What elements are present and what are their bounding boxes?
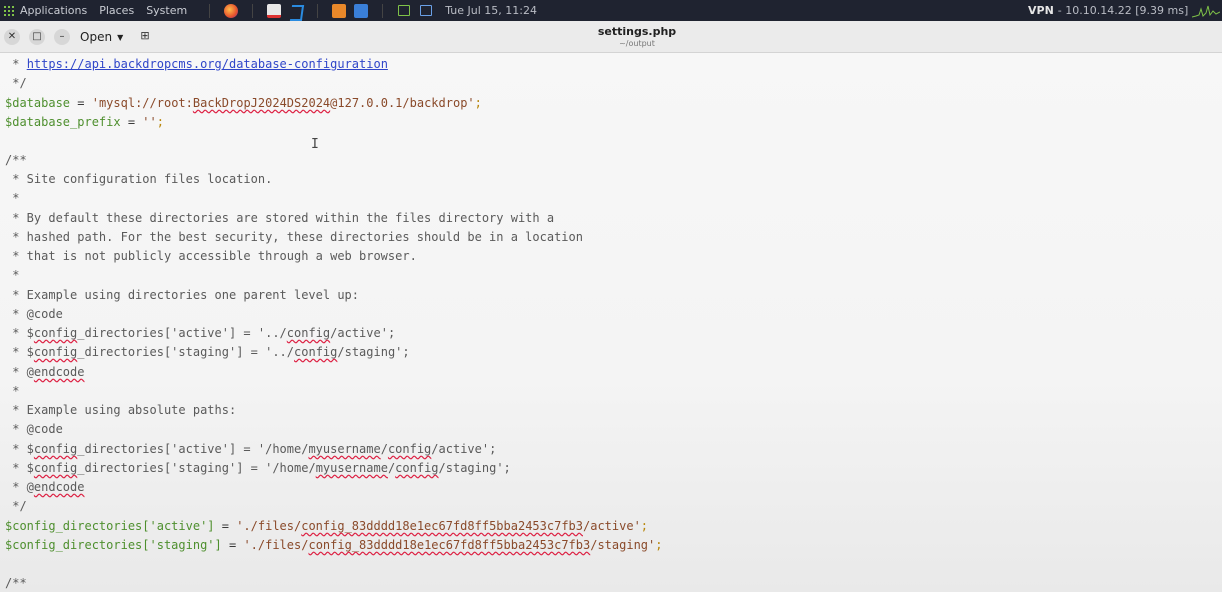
menu-system[interactable]: System	[146, 4, 187, 17]
code-line[interactable]: * @endcode	[5, 363, 84, 382]
code-line[interactable]: * $config_directories['active'] = '/home…	[5, 440, 496, 459]
code-line[interactable]: $config_directories['staging'] = './file…	[5, 536, 663, 555]
code-line[interactable]: /**	[5, 151, 27, 170]
panel-separator	[252, 3, 254, 18]
window-title-block: settings.php ~/output	[0, 25, 1222, 48]
code-line[interactable]: * @endcode	[5, 478, 84, 497]
code-url[interactable]: https://api.backdropcms.org/database-con…	[27, 57, 388, 71]
network-graph-icon	[1192, 5, 1220, 18]
code-line[interactable]: * @code	[5, 420, 63, 439]
code-line[interactable]: * @code	[5, 305, 63, 324]
text-editor-icon[interactable]	[267, 3, 282, 18]
panel-separator	[317, 3, 319, 18]
window-icon[interactable]	[420, 5, 433, 16]
code-line[interactable]: * Example using absolute paths:	[5, 401, 236, 420]
panel-separator	[382, 3, 384, 18]
code-line[interactable]: $config_directories['active'] = './files…	[5, 517, 648, 536]
window-title: settings.php	[597, 25, 677, 38]
code-line[interactable]: * hashed path. For the best security, th…	[5, 228, 583, 247]
code-line[interactable]: * https://api.backdropcms.org/database-c…	[5, 55, 388, 74]
terminal-icon[interactable]	[398, 5, 411, 16]
vpn-label: VPN	[1028, 4, 1054, 17]
code-line[interactable]: * $config_directories['active'] = '../co…	[5, 324, 395, 343]
code-line[interactable]: * Example using directories one parent l…	[5, 286, 359, 305]
code-line[interactable]: */	[5, 497, 26, 516]
file-manager-icon[interactable]	[354, 3, 369, 18]
menu-places[interactable]: Places	[99, 4, 134, 17]
top-panel: Applications Places System Tue Jul 15, 1…	[0, 0, 1222, 21]
applications-grid-icon[interactable]	[4, 5, 14, 16]
text-cursor-icon: I	[311, 137, 319, 152]
menu-applications[interactable]: Applications	[20, 4, 87, 17]
code-editor[interactable]: * https://api.backdropcms.org/database-c…	[0, 53, 1222, 592]
code-line[interactable]: $database_prefix = '';	[5, 113, 164, 132]
editor-headerbar: ✕ □ – Open ▼ ⊞ settings.php ~/output	[0, 21, 1222, 53]
vscode-icon[interactable]	[289, 4, 303, 18]
burpsuite-icon[interactable]	[332, 3, 347, 18]
panel-clock[interactable]: Tue Jul 15, 11:24	[445, 4, 537, 17]
code-line[interactable]: */	[5, 74, 26, 93]
code-line[interactable]: * $config_directories['staging'] = '/hom…	[5, 459, 511, 478]
firefox-icon[interactable]	[224, 3, 239, 18]
code-line[interactable]: * that is not publicly accessible throug…	[5, 247, 417, 266]
window-subtitle: ~/output	[619, 39, 655, 48]
code-line[interactable]: *	[5, 266, 19, 285]
code-line[interactable]: * By default these directories are store…	[5, 209, 554, 228]
code-line[interactable]: *	[5, 189, 19, 208]
panel-separator	[209, 3, 211, 18]
code-line[interactable]: *	[5, 382, 19, 401]
code-line[interactable]: * Site configuration files location.	[5, 170, 272, 189]
code-line[interactable]: $database = 'mysql://root:BackDropJ2024D…	[5, 94, 482, 113]
code-line[interactable]: * $config_directories['staging'] = '../c…	[5, 343, 409, 362]
vpn-value: - 10.10.14.22 [9.39 ms]	[1057, 4, 1189, 17]
code-line[interactable]: /**	[5, 574, 27, 592]
vpn-status: VPN - 10.10.14.22 [9.39 ms]	[1028, 4, 1188, 17]
